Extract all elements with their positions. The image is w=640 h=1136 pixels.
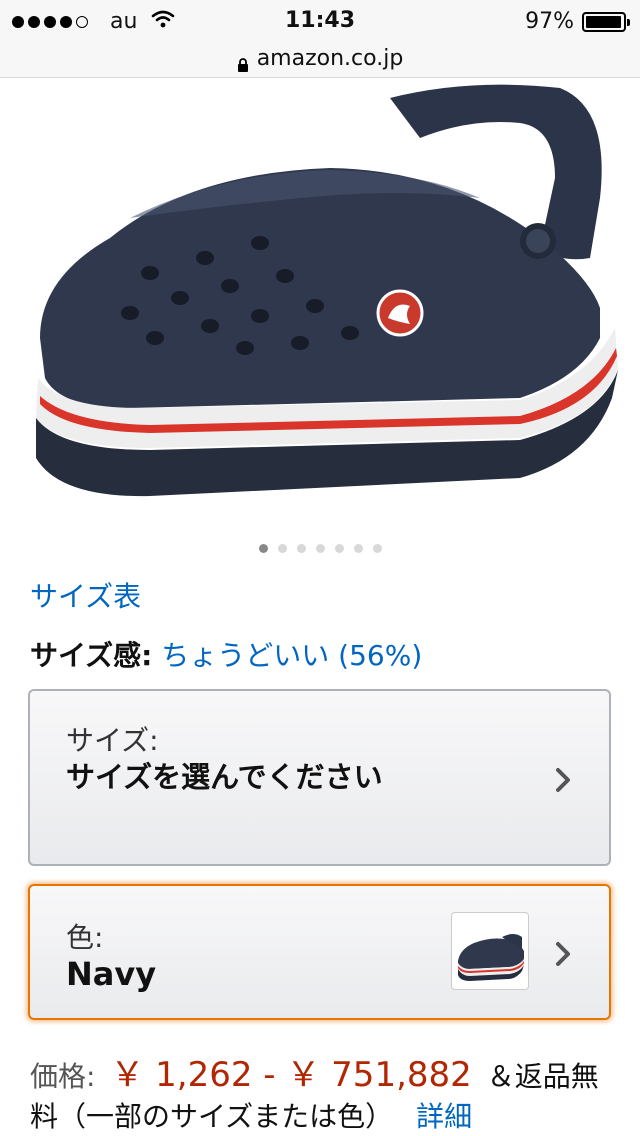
carousel-dot[interactable]	[277, 544, 287, 553]
carousel-dot[interactable]	[258, 544, 268, 553]
size-label: サイズ:	[66, 724, 159, 757]
color-label: 色:	[66, 921, 104, 954]
price-section: 価格: ￥ 1,262 - ￥ 751,882 ＆返品無料（一部のサイズまたは色…	[30, 1055, 610, 1136]
lock-icon	[237, 53, 249, 72]
price-details-link[interactable]: 詳細	[416, 1100, 472, 1133]
url-bar[interactable]: amazon.co.jp	[0, 40, 640, 78]
carousel-dot[interactable]	[315, 544, 325, 553]
url-domain: amazon.co.jp	[256, 46, 404, 71]
carousel-dot[interactable]	[372, 544, 382, 553]
color-selector[interactable]: 色: Navy	[28, 884, 611, 1020]
battery-percent: 97%	[525, 9, 574, 34]
status-bar: au 11:43 97%	[0, 0, 640, 40]
price-label: 価格:	[30, 1060, 96, 1093]
status-right: 97%	[525, 9, 630, 34]
image-carousel-dots[interactable]	[0, 544, 640, 553]
fit-value-link[interactable]: ちょうどいい (56%)	[161, 639, 422, 672]
chevron-right-icon	[553, 766, 573, 794]
size-value: サイズを選んでください	[66, 760, 383, 794]
carousel-dot[interactable]	[334, 544, 344, 553]
chevron-right-icon	[553, 940, 573, 968]
color-value: Navy	[66, 955, 157, 993]
fit-info: サイズ感: ちょうどいい (56%)	[30, 634, 422, 674]
price-value: ￥ 1,262 - ￥ 751,882	[110, 1055, 472, 1095]
size-selector[interactable]: サイズ: サイズを選んでください	[28, 689, 611, 866]
color-swatch-thumbnail	[451, 912, 529, 990]
size-chart-link[interactable]: サイズ表	[30, 575, 141, 615]
fit-label: サイズ感:	[30, 639, 153, 672]
carousel-dot[interactable]	[353, 544, 363, 553]
carousel-dot[interactable]	[296, 544, 306, 553]
battery-icon	[582, 11, 630, 32]
product-image[interactable]	[0, 78, 640, 538]
